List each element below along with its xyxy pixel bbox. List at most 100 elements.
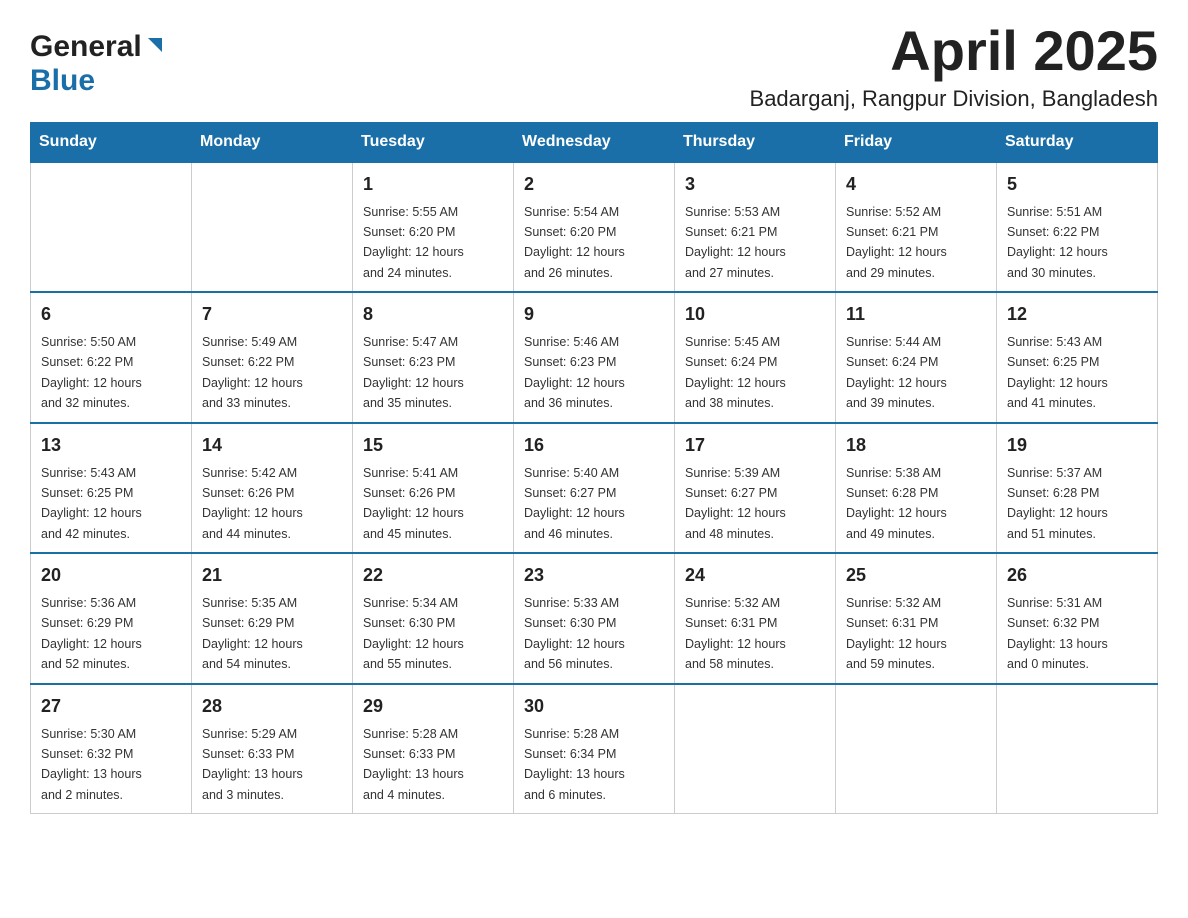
- calendar-day-28: 28 Sunrise: 5:29 AM Sunset: 6:33 PM Dayli…: [192, 684, 353, 814]
- calendar-day-1: 1 Sunrise: 5:55 AM Sunset: 6:20 PM Daylig…: [353, 162, 514, 293]
- day-number: 22: [363, 562, 505, 589]
- calendar-day-19: 19Sunrise: 5:37 AM Sunset: 6:28 PM Dayli…: [997, 423, 1158, 554]
- day-info: Sunrise: 5:47 AM Sunset: 6:23 PM Dayligh…: [363, 335, 464, 410]
- calendar-day-9: 9Sunrise: 5:46 AM Sunset: 6:23 PM Daylig…: [514, 292, 675, 423]
- calendar-day-21: 21 Sunrise: 5:35 AM Sunset: 6:29 PM Dayli…: [192, 553, 353, 684]
- day-info: Sunrise: 5:38 AM Sunset: 6:28 PM Dayligh…: [846, 466, 947, 541]
- calendar-empty-cell: [192, 162, 353, 293]
- day-number: 5: [1007, 171, 1149, 198]
- calendar-day-16: 16 Sunrise: 5:40 AM Sunset: 6:27 PM Dayli…: [514, 423, 675, 554]
- calendar-header-saturday: Saturday: [997, 122, 1158, 162]
- day-number: 17: [685, 432, 827, 459]
- day-info: Sunrise: 5:50 AM Sunset: 6:22 PM Dayligh…: [41, 335, 142, 410]
- day-number: 2: [524, 171, 666, 198]
- day-info: Sunrise: 5:32 AM Sunset: 6:31 PM Dayligh…: [685, 596, 786, 671]
- day-number: 19: [1007, 432, 1149, 459]
- day-info: Sunrise: 5:31 AM Sunset: 6:32 PM Dayligh…: [1007, 596, 1108, 671]
- calendar-header-friday: Friday: [836, 122, 997, 162]
- day-info: Sunrise: 5:28 AM Sunset: 6:34 PM Dayligh…: [524, 727, 625, 802]
- day-number: 15: [363, 432, 505, 459]
- day-number: 14: [202, 432, 344, 459]
- calendar-week-row: 6 Sunrise: 5:50 AM Sunset: 6:22 PM Daylig…: [31, 292, 1158, 423]
- day-info: Sunrise: 5:40 AM Sunset: 6:27 PM Dayligh…: [524, 466, 625, 541]
- day-info: Sunrise: 5:53 AM Sunset: 6:21 PM Dayligh…: [685, 205, 786, 280]
- calendar-week-row: 13Sunrise: 5:43 AM Sunset: 6:25 PM Dayli…: [31, 423, 1158, 554]
- calendar-day-7: 7Sunrise: 5:49 AM Sunset: 6:22 PM Daylig…: [192, 292, 353, 423]
- day-info: Sunrise: 5:42 AM Sunset: 6:26 PM Dayligh…: [202, 466, 303, 541]
- calendar-day-12: 12 Sunrise: 5:43 AM Sunset: 6:25 PM Dayli…: [997, 292, 1158, 423]
- calendar-day-5: 5 Sunrise: 5:51 AM Sunset: 6:22 PM Daylig…: [997, 162, 1158, 293]
- day-info: Sunrise: 5:35 AM Sunset: 6:29 PM Dayligh…: [202, 596, 303, 671]
- calendar-day-6: 6 Sunrise: 5:50 AM Sunset: 6:22 PM Daylig…: [31, 292, 192, 423]
- calendar-empty-cell: [31, 162, 192, 293]
- logo-arrow-icon: [144, 34, 166, 61]
- calendar-header-tuesday: Tuesday: [353, 122, 514, 162]
- calendar-empty-cell: [836, 684, 997, 814]
- calendar-day-30: 30 Sunrise: 5:28 AM Sunset: 6:34 PM Dayli…: [514, 684, 675, 814]
- logo: General Blue: [30, 20, 166, 98]
- day-info: Sunrise: 5:49 AM Sunset: 6:22 PM Dayligh…: [202, 335, 303, 410]
- day-number: 28: [202, 693, 344, 720]
- day-number: 3: [685, 171, 827, 198]
- day-number: 23: [524, 562, 666, 589]
- day-info: Sunrise: 5:51 AM Sunset: 6:22 PM Dayligh…: [1007, 205, 1108, 280]
- day-info: Sunrise: 5:33 AM Sunset: 6:30 PM Dayligh…: [524, 596, 625, 671]
- day-info: Sunrise: 5:30 AM Sunset: 6:32 PM Dayligh…: [41, 727, 142, 802]
- day-info: Sunrise: 5:36 AM Sunset: 6:29 PM Dayligh…: [41, 596, 142, 671]
- calendar-day-24: 24 Sunrise: 5:32 AM Sunset: 6:31 PM Dayli…: [675, 553, 836, 684]
- day-info: Sunrise: 5:54 AM Sunset: 6:20 PM Dayligh…: [524, 205, 625, 280]
- calendar-day-2: 2 Sunrise: 5:54 AM Sunset: 6:20 PM Daylig…: [514, 162, 675, 293]
- calendar-table: SundayMondayTuesdayWednesdayThursdayFrid…: [30, 122, 1158, 815]
- day-info: Sunrise: 5:41 AM Sunset: 6:26 PM Dayligh…: [363, 466, 464, 541]
- calendar-day-22: 22Sunrise: 5:34 AM Sunset: 6:30 PM Dayli…: [353, 553, 514, 684]
- day-number: 12: [1007, 301, 1149, 328]
- calendar-day-20: 20Sunrise: 5:36 AM Sunset: 6:29 PM Dayli…: [31, 553, 192, 684]
- logo-general-text: General: [30, 30, 142, 64]
- calendar-day-27: 27Sunrise: 5:30 AM Sunset: 6:32 PM Dayli…: [31, 684, 192, 814]
- calendar-day-26: 26Sunrise: 5:31 AM Sunset: 6:32 PM Dayli…: [997, 553, 1158, 684]
- day-info: Sunrise: 5:28 AM Sunset: 6:33 PM Dayligh…: [363, 727, 464, 802]
- calendar-header-sunday: Sunday: [31, 122, 192, 162]
- calendar-day-14: 14 Sunrise: 5:42 AM Sunset: 6:26 PM Dayli…: [192, 423, 353, 554]
- day-info: Sunrise: 5:52 AM Sunset: 6:21 PM Dayligh…: [846, 205, 947, 280]
- day-number: 16: [524, 432, 666, 459]
- day-number: 8: [363, 301, 505, 328]
- calendar-day-8: 8 Sunrise: 5:47 AM Sunset: 6:23 PM Daylig…: [353, 292, 514, 423]
- day-info: Sunrise: 5:43 AM Sunset: 6:25 PM Dayligh…: [1007, 335, 1108, 410]
- calendar-week-row: 27Sunrise: 5:30 AM Sunset: 6:32 PM Dayli…: [31, 684, 1158, 814]
- day-info: Sunrise: 5:55 AM Sunset: 6:20 PM Dayligh…: [363, 205, 464, 280]
- calendar-day-4: 4Sunrise: 5:52 AM Sunset: 6:21 PM Daylig…: [836, 162, 997, 293]
- day-number: 25: [846, 562, 988, 589]
- calendar-empty-cell: [675, 684, 836, 814]
- day-info: Sunrise: 5:46 AM Sunset: 6:23 PM Dayligh…: [524, 335, 625, 410]
- day-number: 6: [41, 301, 183, 328]
- day-info: Sunrise: 5:39 AM Sunset: 6:27 PM Dayligh…: [685, 466, 786, 541]
- calendar-day-10: 10Sunrise: 5:45 AM Sunset: 6:24 PM Dayli…: [675, 292, 836, 423]
- page-header: General Blue April 2025 Badarganj, Rangp…: [30, 20, 1158, 112]
- title-section: April 2025 Badarganj, Rangpur Division, …: [750, 20, 1158, 112]
- day-number: 30: [524, 693, 666, 720]
- main-title: April 2025: [750, 20, 1158, 82]
- logo-blue-text: Blue: [30, 64, 95, 97]
- calendar-day-17: 17 Sunrise: 5:39 AM Sunset: 6:27 PM Dayli…: [675, 423, 836, 554]
- day-number: 11: [846, 301, 988, 328]
- calendar-header-thursday: Thursday: [675, 122, 836, 162]
- calendar-header-row: SundayMondayTuesdayWednesdayThursdayFrid…: [31, 122, 1158, 162]
- day-info: Sunrise: 5:29 AM Sunset: 6:33 PM Dayligh…: [202, 727, 303, 802]
- calendar-week-row: 1 Sunrise: 5:55 AM Sunset: 6:20 PM Daylig…: [31, 162, 1158, 293]
- calendar-day-18: 18Sunrise: 5:38 AM Sunset: 6:28 PM Dayli…: [836, 423, 997, 554]
- calendar-header-wednesday: Wednesday: [514, 122, 675, 162]
- day-number: 1: [363, 171, 505, 198]
- day-number: 24: [685, 562, 827, 589]
- day-info: Sunrise: 5:44 AM Sunset: 6:24 PM Dayligh…: [846, 335, 947, 410]
- calendar-day-3: 3 Sunrise: 5:53 AM Sunset: 6:21 PM Daylig…: [675, 162, 836, 293]
- day-number: 29: [363, 693, 505, 720]
- day-info: Sunrise: 5:43 AM Sunset: 6:25 PM Dayligh…: [41, 466, 142, 541]
- calendar-week-row: 20Sunrise: 5:36 AM Sunset: 6:29 PM Dayli…: [31, 553, 1158, 684]
- calendar-day-23: 23 Sunrise: 5:33 AM Sunset: 6:30 PM Dayli…: [514, 553, 675, 684]
- day-info: Sunrise: 5:45 AM Sunset: 6:24 PM Dayligh…: [685, 335, 786, 410]
- calendar-day-25: 25Sunrise: 5:32 AM Sunset: 6:31 PM Dayli…: [836, 553, 997, 684]
- calendar-day-29: 29 Sunrise: 5:28 AM Sunset: 6:33 PM Dayli…: [353, 684, 514, 814]
- day-number: 21: [202, 562, 344, 589]
- calendar-header-monday: Monday: [192, 122, 353, 162]
